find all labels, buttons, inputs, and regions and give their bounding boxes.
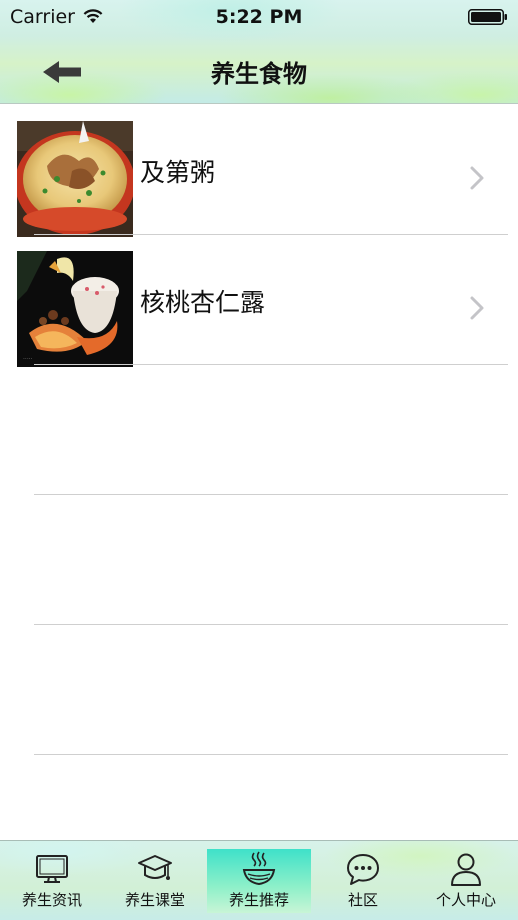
person-icon	[451, 853, 481, 886]
list-item[interactable]: ····· 核桃杏仁露	[0, 235, 518, 367]
tab-community[interactable]: 社区	[311, 849, 415, 913]
empty-row	[0, 625, 518, 755]
tab-label: 社区	[347, 891, 378, 909]
list-item[interactable]: 及第粥	[0, 105, 518, 237]
battery-icon	[468, 9, 507, 25]
chevron-right-icon	[470, 296, 484, 320]
tab-label: 个人中心	[435, 891, 496, 909]
tab-label: 养生推荐	[228, 891, 289, 909]
tab-personal-center[interactable]: 个人中心	[414, 849, 518, 913]
top-header: Carrier 5:22 PM 养生食物	[0, 0, 518, 104]
food-list: 及第粥 ····· 核桃杏仁露	[0, 105, 518, 755]
tab-bar: 养生资讯 养生课堂 养生推荐 社区 个人中心	[0, 840, 518, 920]
status-time: 5:22 PM	[215, 6, 303, 28]
tab-health-class[interactable]: 养生课堂	[103, 849, 207, 913]
back-button[interactable]	[38, 56, 86, 88]
tab-label: 养生课堂	[124, 891, 185, 909]
tab-health-recommend[interactable]: 养生推荐	[207, 849, 311, 913]
almond-drink-photo: ·····	[17, 251, 133, 367]
status-bar: Carrier 5:22 PM	[0, 0, 518, 34]
tab-label: 养生资讯	[21, 891, 82, 909]
list-item-title: 核桃杏仁露	[140, 288, 266, 317]
monitor-icon	[36, 855, 68, 883]
chat-bubble-icon	[347, 854, 379, 885]
noodle-bowl-icon	[242, 851, 276, 886]
svg-text:·····: ·····	[23, 356, 33, 363]
graduation-cap-icon	[138, 855, 172, 880]
tab-health-news[interactable]: 养生资讯	[0, 849, 104, 913]
porridge-photo	[17, 121, 133, 237]
empty-row	[0, 495, 518, 625]
chevron-right-icon	[470, 166, 484, 190]
empty-row	[0, 365, 518, 495]
list-item-title: 及第粥	[140, 158, 216, 187]
back-arrow-icon	[43, 61, 81, 83]
